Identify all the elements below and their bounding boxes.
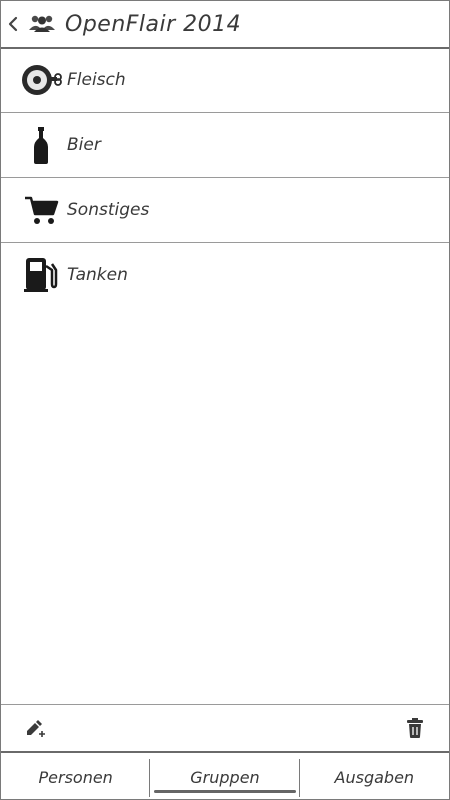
chevron-left-icon [8, 16, 18, 32]
action-toolbar [1, 704, 449, 751]
delete-button[interactable] [395, 708, 435, 748]
list-item-tanken[interactable]: Tanken [1, 243, 449, 307]
back-button[interactable] [1, 1, 25, 47]
bottle-icon [19, 123, 63, 167]
page-title: OpenFlair 2014 [65, 11, 242, 37]
tab-label: Personen [38, 767, 113, 787]
list-item-label: Tanken [67, 265, 128, 285]
fuel-pump-icon [19, 253, 63, 297]
list-item-label: Bier [67, 135, 101, 155]
shopping-cart-icon [19, 188, 63, 232]
tab-bar: Personen Gruppen Ausgaben [1, 751, 449, 800]
tab-ausgaben[interactable]: Ausgaben [300, 753, 449, 800]
trash-icon [407, 718, 423, 738]
list-item-label: Fleisch [67, 70, 126, 90]
list-item-bier[interactable]: Bier [1, 113, 449, 178]
category-list: Fleisch Bier Sonstiges Tanken [1, 48, 449, 307]
list-item-label: Sonstiges [67, 200, 150, 220]
active-tab-indicator [154, 790, 296, 793]
meat-icon [19, 58, 63, 102]
pencil-add-icon [27, 720, 45, 737]
list-item-fleisch[interactable]: Fleisch [1, 48, 449, 113]
header-bar: OpenFlair 2014 [1, 1, 449, 49]
app-window: OpenFlair 2014 Fleisch Bier Sonstiges Ta… [0, 0, 450, 800]
tab-label: Ausgaben [334, 767, 415, 787]
tab-gruppen[interactable]: Gruppen [150, 753, 300, 800]
add-button[interactable] [15, 708, 55, 748]
list-item-sonstiges[interactable]: Sonstiges [1, 178, 449, 243]
tab-label: Gruppen [190, 767, 260, 787]
people-group-icon [27, 12, 57, 36]
tab-personen[interactable]: Personen [1, 753, 151, 800]
